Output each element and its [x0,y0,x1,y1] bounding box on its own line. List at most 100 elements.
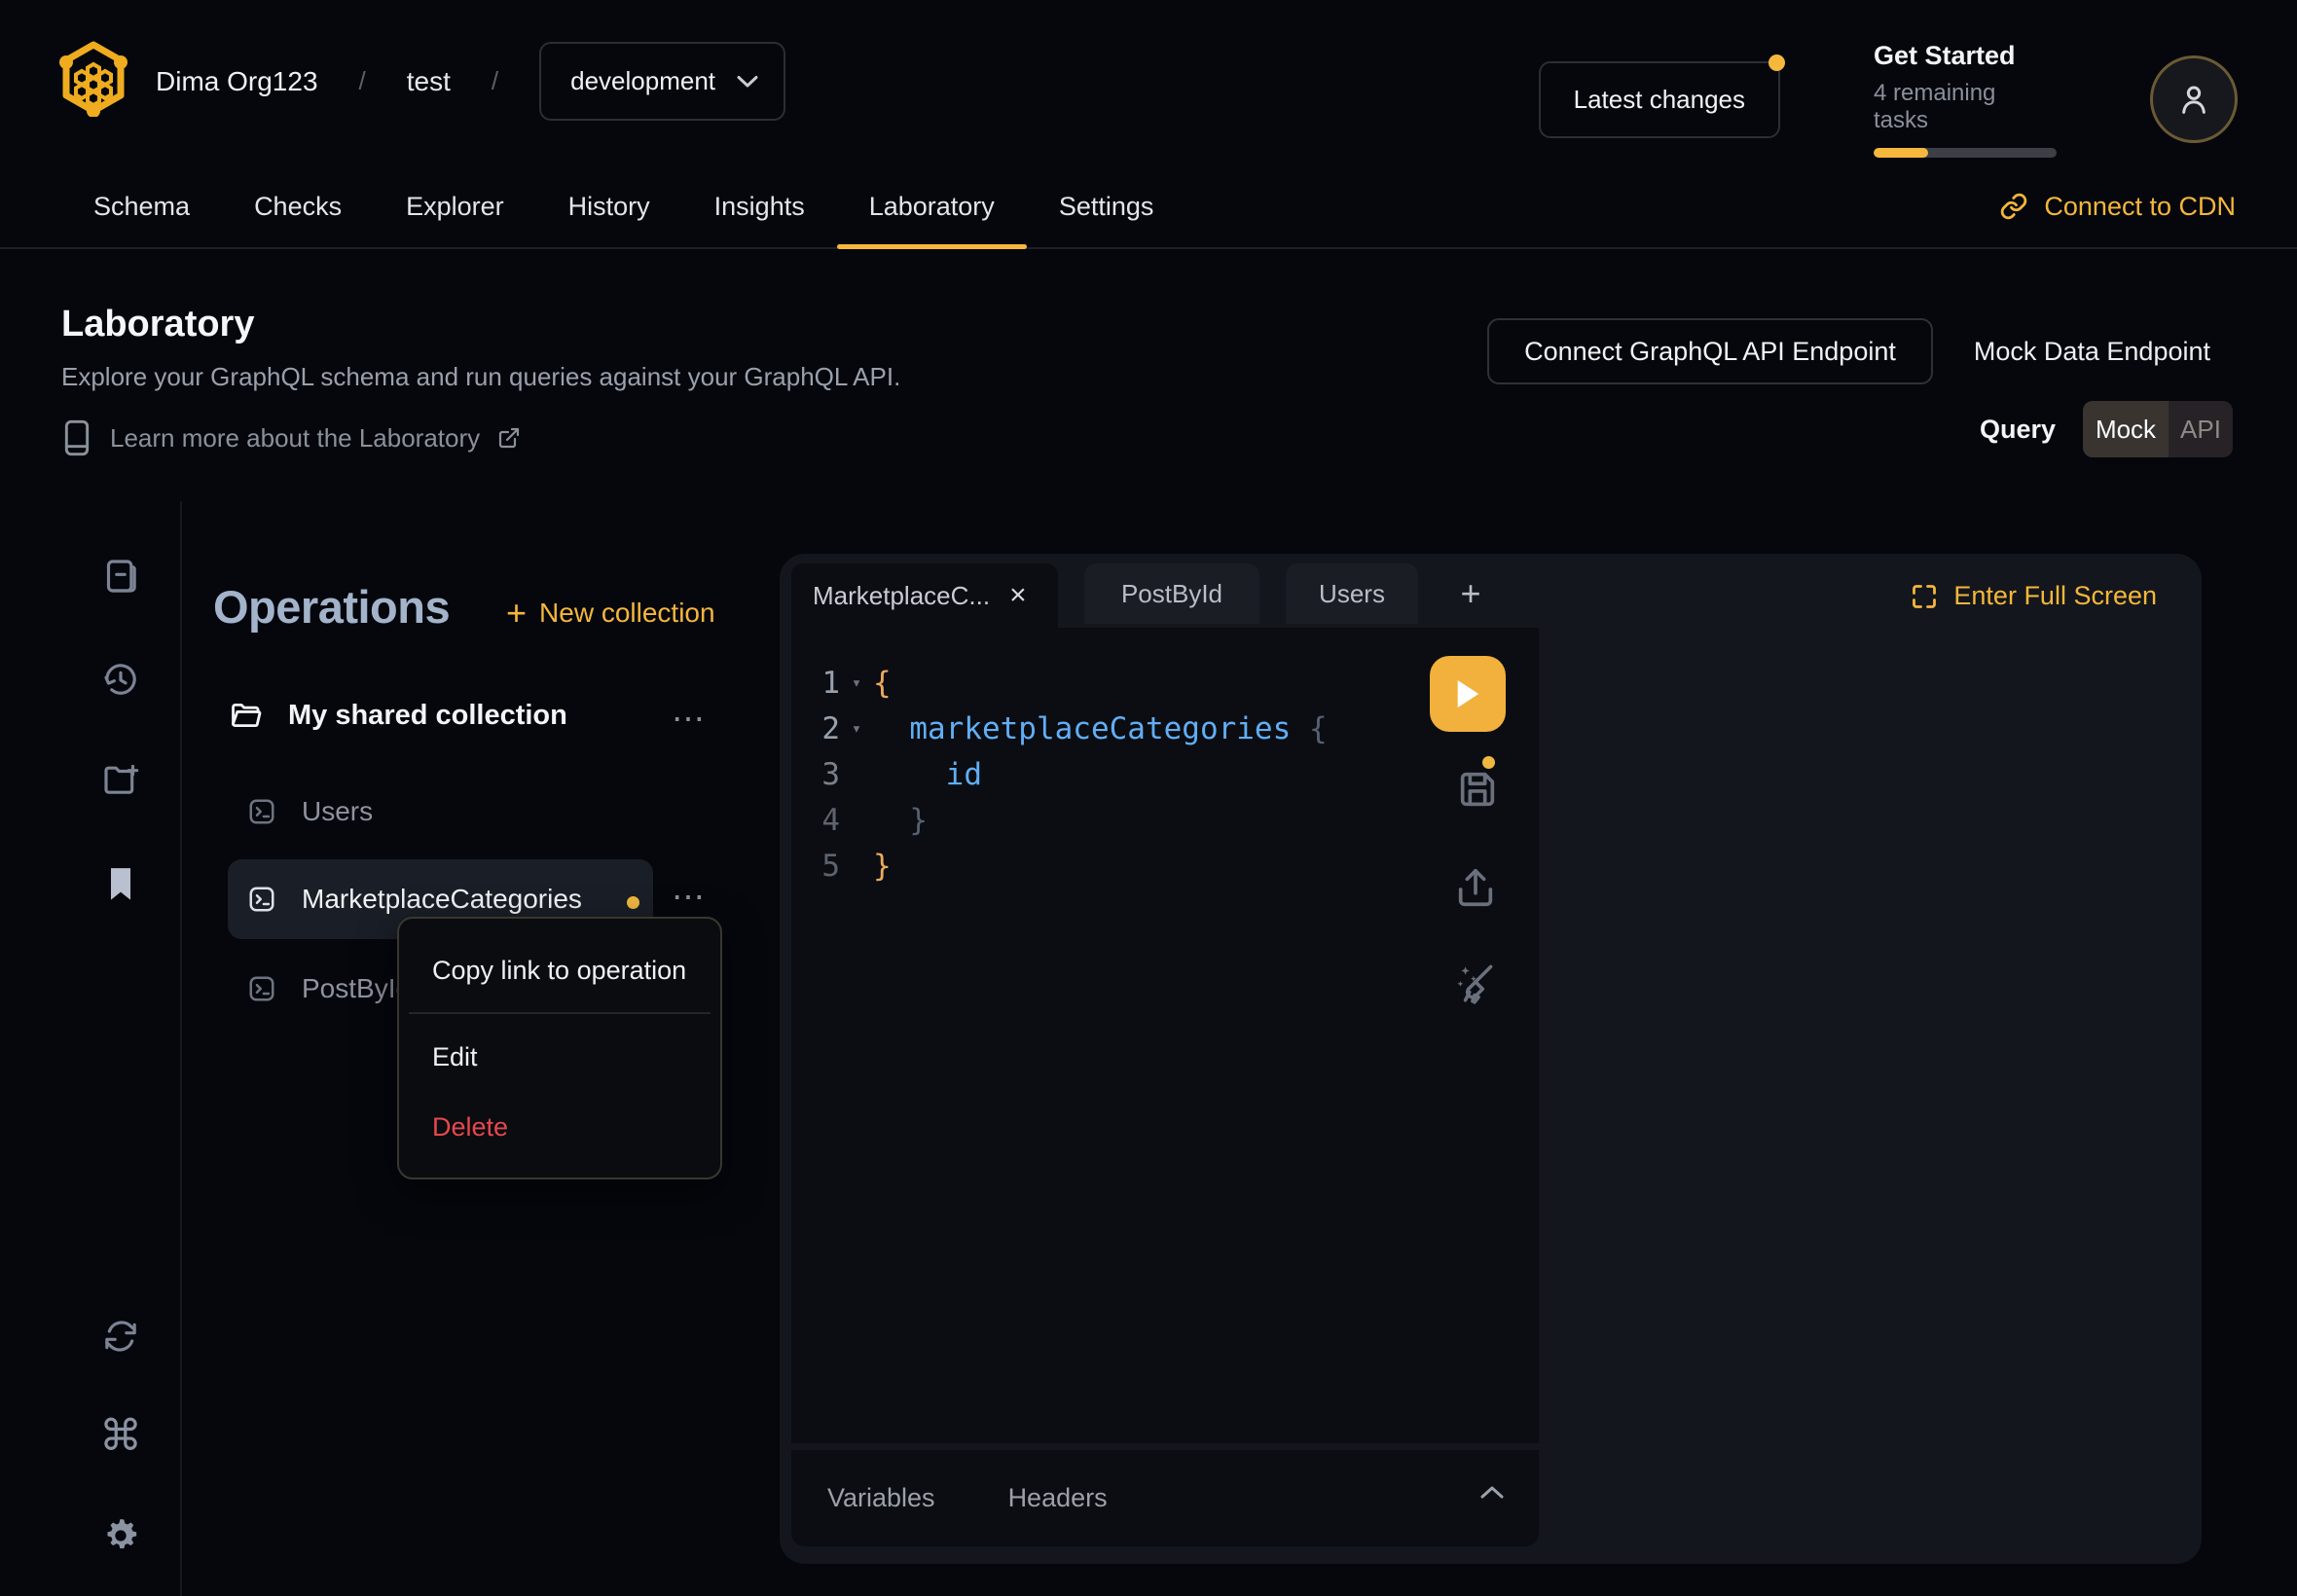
save-operation-button[interactable] [1455,767,1500,812]
tab-schema[interactable]: Schema [61,165,222,247]
variables-tab[interactable]: Variables [827,1483,935,1513]
tab-label: Checks [254,192,342,222]
get-started-widget[interactable]: Get Started 4 remaining tasks [1874,41,2057,158]
share-operation-button[interactable] [1453,865,1498,910]
code-token: { [873,666,892,701]
new-folder-icon[interactable] [101,759,140,798]
tab-explorer[interactable]: Explorer [374,165,536,247]
enter-fullscreen-button[interactable]: Enter Full Screen [1911,581,2157,611]
code-token: { [1309,711,1328,746]
fullscreen-icon [1911,583,1938,610]
new-tab-button[interactable]: + [1441,563,1500,624]
history-icon[interactable] [101,660,140,699]
chevron-up-icon[interactable] [1477,1483,1507,1503]
query-mode-mock[interactable]: Mock [2083,401,2169,457]
code-line: 3 id [791,751,1539,797]
tab-label: History [568,192,650,222]
refresh-icon[interactable] [101,1317,140,1356]
code-line: 1 ▾ { [791,660,1539,706]
operation-overflow-menu[interactable]: ⋯ [672,881,709,914]
new-collection-label: New collection [539,598,715,629]
collection-overflow-menu[interactable]: ⋯ [672,703,709,736]
new-collection-button[interactable]: + New collection [506,596,715,631]
editor-tab-postbyid[interactable]: PostById [1084,563,1259,624]
page-title: Laboratory [61,304,254,345]
breadcrumb-separator: / [492,66,498,96]
link-icon [1999,192,2028,221]
operation-item-post-by-id[interactable]: PostById [247,973,411,1004]
tab-label: Explorer [406,192,504,222]
environment-selector[interactable]: development [539,42,785,121]
gear-icon[interactable] [101,1516,140,1555]
learn-more-link[interactable]: Learn more about the Laboratory [61,418,521,457]
operation-item-label: PostById [302,973,411,1004]
code-line: 2 ▾ marketplaceCategories { [791,706,1539,751]
tab-label: Laboratory [869,192,995,222]
tab-history[interactable]: History [536,165,682,247]
line-number[interactable]: 4 [791,803,840,838]
run-query-button[interactable] [1430,656,1506,732]
person-icon [2174,80,2213,119]
tab-label: Insights [714,192,805,222]
menu-divider [409,1012,711,1014]
tab-insights[interactable]: Insights [682,165,837,247]
query-mode-toggle[interactable]: Mock API [2083,401,2233,457]
operations-title: Operations [213,580,450,634]
unsaved-dot [627,896,639,909]
prettify-icon[interactable] [1451,958,1500,1006]
terminal-icon [247,797,276,826]
docs-icon[interactable] [101,557,140,596]
query-code: 1 ▾ { 2 ▾ marketplaceCategories { 3 id [791,628,1539,889]
fold-icon[interactable]: ▾ [840,673,873,693]
menu-item-copy-link[interactable]: Copy link to operation [432,956,686,986]
breadcrumb-project[interactable]: test [407,66,451,97]
editor-tab-marketplace[interactable]: MarketplaceC... × [791,563,1058,628]
query-mode-row: Query Mock API [1980,401,2233,457]
line-number[interactable]: 1 [791,666,840,701]
fold-icon[interactable]: ▾ [840,719,873,739]
headers-tab[interactable]: Headers [1008,1483,1108,1513]
user-avatar[interactable] [2150,55,2238,143]
editor-tab-label: Users [1319,579,1385,609]
menu-item-delete[interactable]: Delete [432,1112,508,1143]
operation-item-label: MarketplaceCategories [302,884,582,915]
editor-tab-label: PostById [1121,579,1222,609]
notification-dot [1768,54,1785,71]
header-right: Latest changes Get Started 4 remaining t… [1539,41,2238,158]
line-number[interactable]: 2 [791,711,840,746]
bookmark-icon[interactable] [101,864,140,903]
terminal-icon [247,974,276,1003]
editor-bottom-bar: Variables Headers [791,1450,1539,1546]
connect-to-cdn-link[interactable]: Connect to CDN [1999,165,2236,247]
tab-checks[interactable]: Checks [222,165,374,247]
menu-item-edit[interactable]: Edit [432,1042,478,1072]
collection-header[interactable]: My shared collection [230,699,567,732]
tab-laboratory[interactable]: Laboratory [837,165,1027,247]
connect-graphql-endpoint-button[interactable]: Connect GraphQL API Endpoint [1487,318,1933,384]
folder-open-icon [230,699,263,732]
line-number[interactable]: 5 [791,849,840,884]
breadcrumb-separator: / [359,66,366,96]
breadcrumb-org[interactable]: Dima Org123 [156,66,318,97]
get-started-title: Get Started [1874,41,2057,71]
tab-label: Settings [1059,192,1154,222]
command-icon[interactable]: ⌘ [101,1416,140,1455]
close-icon[interactable]: × [1009,581,1027,610]
code-line: 4 } [791,797,1539,843]
editor-tab-users[interactable]: Users [1286,563,1418,624]
get-started-progress-bar [1874,148,2057,158]
hive-logo[interactable] [56,39,130,117]
mock-data-endpoint-button[interactable]: Mock Data Endpoint [1974,337,2210,367]
line-number[interactable]: 3 [791,757,840,792]
breadcrumb: Dima Org123 / test / development [156,44,785,119]
operation-item-users[interactable]: Users [247,796,373,827]
tab-settings[interactable]: Settings [1027,165,1186,247]
code-token: id [873,757,982,792]
query-editor[interactable]: 1 ▾ { 2 ▾ marketplaceCategories { 3 id [791,628,1539,1443]
query-mode-api[interactable]: API [2169,401,2233,457]
endpoint-actions: Connect GraphQL API Endpoint Mock Data E… [1487,318,2210,384]
connect-endpoint-label: Connect GraphQL API Endpoint [1524,337,1896,367]
latest-changes-button[interactable]: Latest changes [1539,61,1780,138]
code-token: marketplaceCategories [873,711,1309,746]
get-started-progress-fill [1874,148,1928,158]
